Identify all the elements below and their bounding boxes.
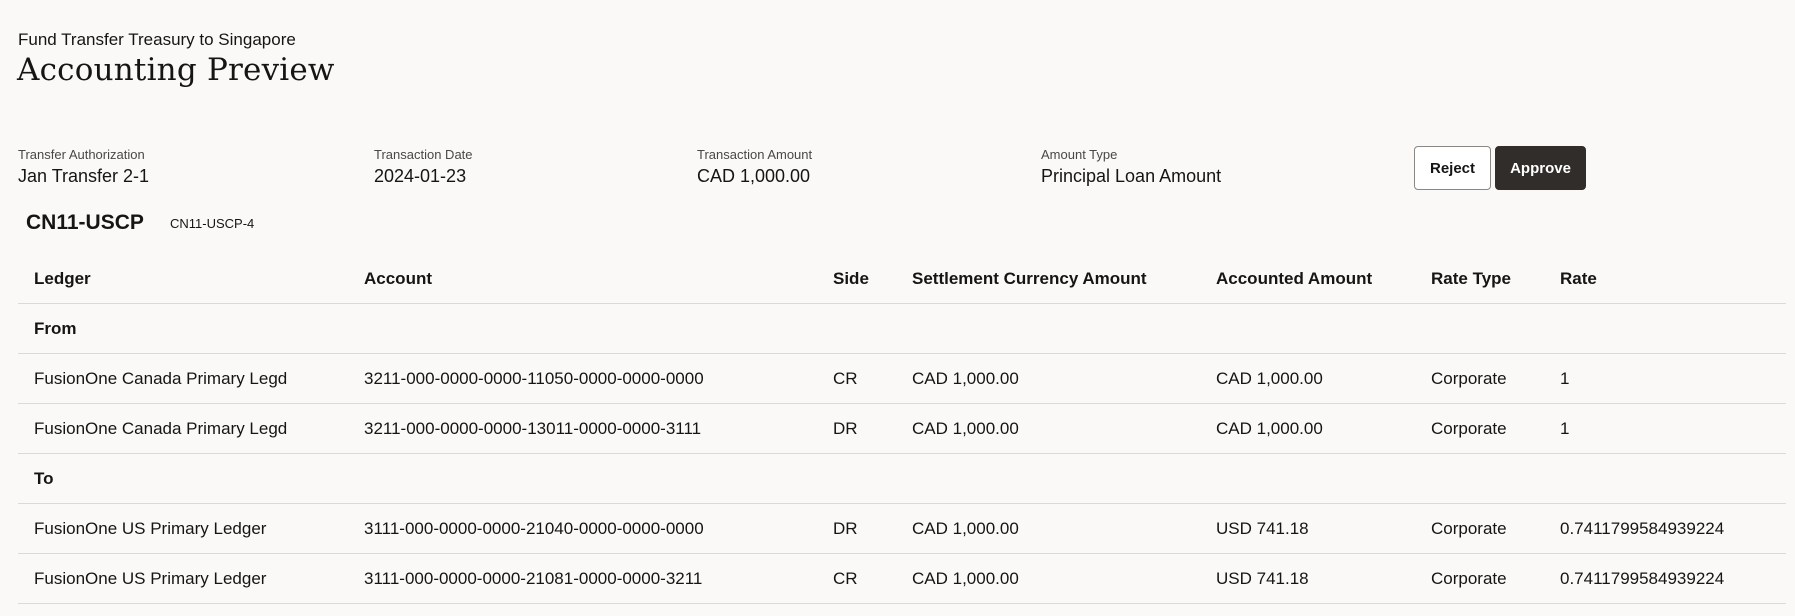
field-transaction-amount: Transaction Amount CAD 1,000.00 <box>697 147 812 187</box>
cell-ledger: FusionOne US Primary Ledger <box>18 553 348 604</box>
table-header-row: Ledger Account Side Settlement Currency … <box>18 254 1786 304</box>
field-value: Principal Loan Amount <box>1041 166 1222 186</box>
cell-rate: 0.7411799584939224 <box>1544 553 1786 604</box>
cell-account: 3111-000-0000-0000-21040-0000-0000-0000 <box>348 503 817 554</box>
field-label: Transaction Amount <box>697 147 813 162</box>
table-row[interactable]: FusionOne US Primary Ledger 3111-000-000… <box>18 503 1786 554</box>
table-row[interactable]: FusionOne Canada Primary Legd 3211-000-0… <box>18 353 1786 404</box>
field-label: Transaction Date <box>374 147 473 162</box>
field-amount-type: Amount Type Principal Loan Amount <box>1041 147 1221 187</box>
cell-rate-type: Corporate <box>1415 503 1544 554</box>
cell-rate: 1 <box>1544 353 1786 404</box>
page-title: Accounting Preview <box>17 52 335 88</box>
field-transfer-authorization: Transfer Authorization Jan Transfer 2-1 <box>18 147 149 187</box>
approve-button[interactable]: Approve <box>1495 146 1586 190</box>
cell-ledger: FusionOne Canada Primary Legd <box>18 403 348 454</box>
cell-accounted-amount: CAD 1,000.00 <box>1200 353 1415 404</box>
cell-ledger: FusionOne US Primary Ledger <box>18 503 348 554</box>
reject-button[interactable]: Reject <box>1414 146 1491 190</box>
group-row-from: From <box>18 303 1786 354</box>
field-transaction-date: Transaction Date 2024-01-23 <box>374 147 473 187</box>
cell-account: 3211-000-0000-0000-13011-0000-0000-3111 <box>348 403 817 454</box>
cell-rate: 1 <box>1544 403 1786 454</box>
cell-settlement-amount: CAD 1,000.00 <box>896 503 1200 554</box>
cell-rate: 0.7411799584939224 <box>1544 503 1786 554</box>
group-label: From <box>18 303 1786 354</box>
page-subtitle: Fund Transfer Treasury to Singapore <box>18 30 296 49</box>
cell-side: DR <box>817 403 896 454</box>
column-header-settlement-amount[interactable]: Settlement Currency Amount <box>896 254 1200 304</box>
cell-settlement-amount: CAD 1,000.00 <box>896 403 1200 454</box>
cell-settlement-amount: CAD 1,000.00 <box>896 553 1200 604</box>
entity-code: CN11-USCP <box>26 211 144 234</box>
cell-side: CR <box>817 553 896 604</box>
cell-accounted-amount: CAD 1,000.00 <box>1200 403 1415 454</box>
column-header-account[interactable]: Account <box>348 254 817 304</box>
column-header-rate-type[interactable]: Rate Type <box>1415 254 1544 304</box>
cell-rate-type: Corporate <box>1415 353 1544 404</box>
column-header-accounted-amount[interactable]: Accounted Amount <box>1200 254 1415 304</box>
cell-account: 3211-000-0000-0000-11050-0000-0000-0000 <box>348 353 817 404</box>
table-row[interactable]: FusionOne US Primary Ledger 3111-000-000… <box>18 553 1786 604</box>
field-label: Transfer Authorization <box>18 147 145 162</box>
column-header-side[interactable]: Side <box>817 254 896 304</box>
accounting-table: Ledger Account Side Settlement Currency … <box>18 254 1786 604</box>
column-header-rate[interactable]: Rate <box>1544 254 1786 304</box>
field-value: 2024-01-23 <box>374 166 467 186</box>
table-row[interactable]: FusionOne Canada Primary Legd 3211-000-0… <box>18 403 1786 454</box>
cell-accounted-amount: USD 741.18 <box>1200 503 1415 554</box>
entity-sub-code: CN11-USCP-4 <box>170 216 255 231</box>
group-row-to: To <box>18 453 1786 504</box>
cell-settlement-amount: CAD 1,000.00 <box>896 353 1200 404</box>
field-value: CAD 1,000.00 <box>697 166 811 186</box>
cell-accounted-amount: USD 741.18 <box>1200 553 1415 604</box>
group-label: To <box>18 453 1786 504</box>
cell-rate-type: Corporate <box>1415 553 1544 604</box>
field-label: Amount Type <box>1041 147 1118 162</box>
cell-rate-type: Corporate <box>1415 403 1544 454</box>
column-header-ledger[interactable]: Ledger <box>18 254 348 304</box>
cell-side: DR <box>817 503 896 554</box>
cell-ledger: FusionOne Canada Primary Legd <box>18 353 348 404</box>
cell-side: CR <box>817 353 896 404</box>
cell-account: 3111-000-0000-0000-21081-0000-0000-3211 <box>348 553 817 604</box>
field-value: Jan Transfer 2-1 <box>18 166 150 186</box>
